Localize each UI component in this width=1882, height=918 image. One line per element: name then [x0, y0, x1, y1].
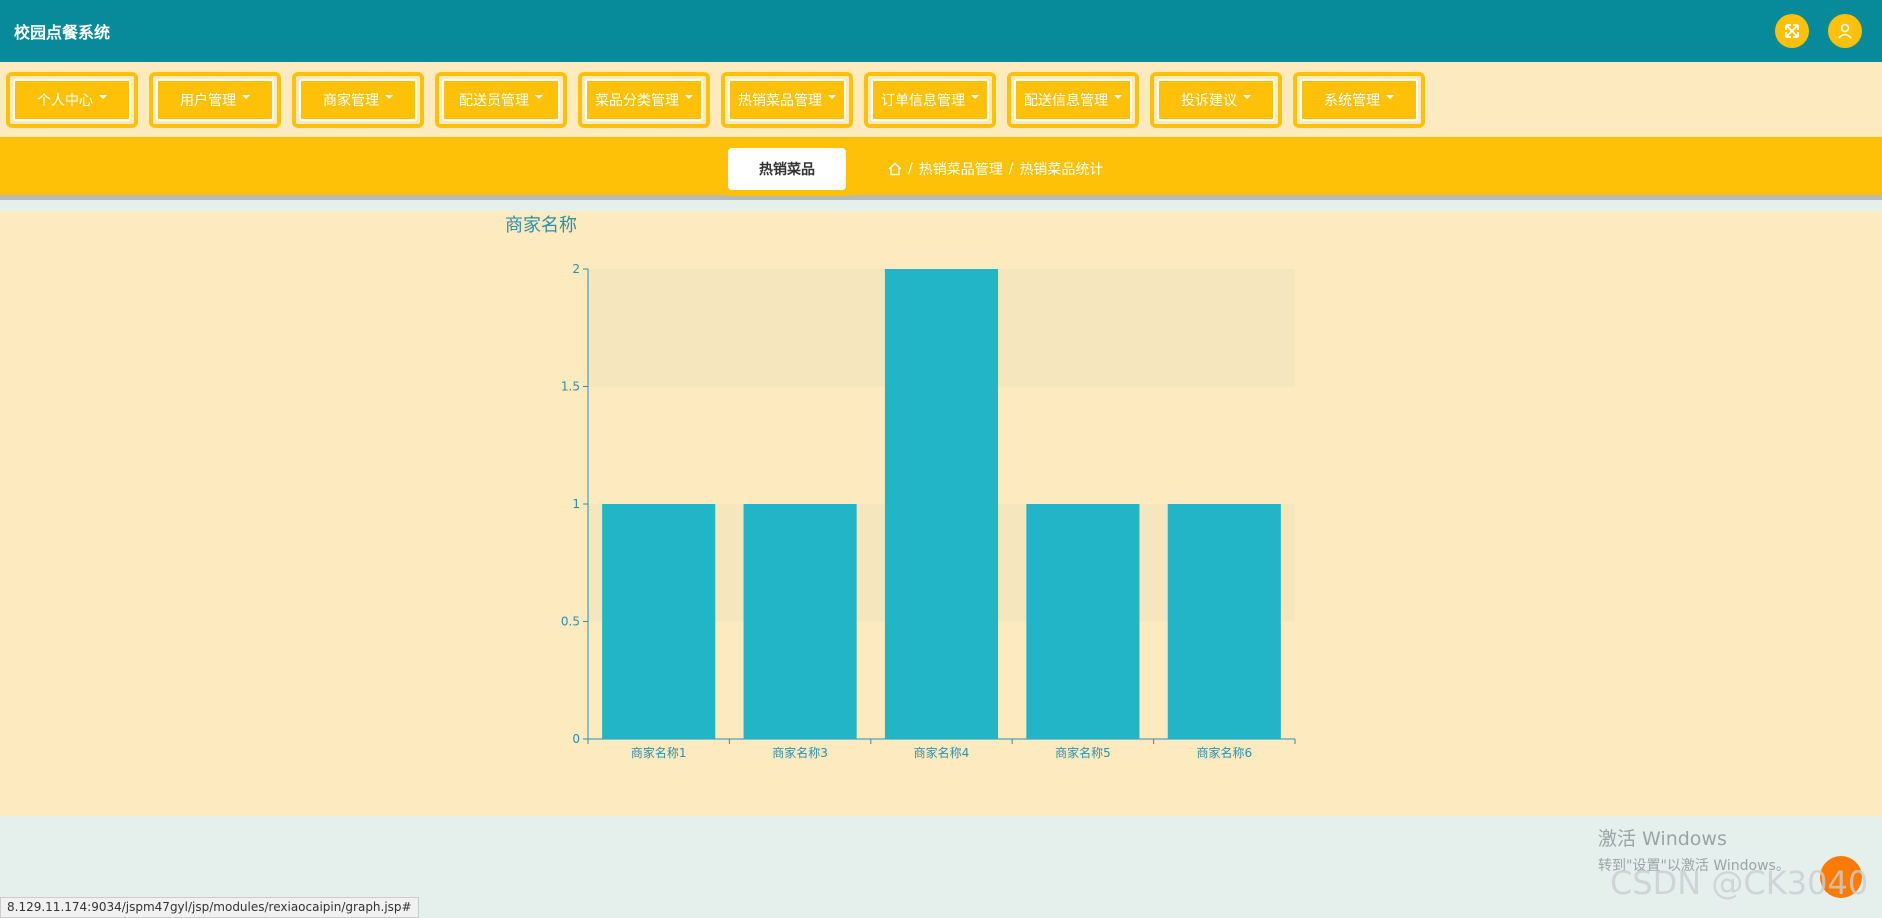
expand-arrows-icon — [1785, 24, 1799, 38]
csdn-watermark: CSDN @CK3040 — [1610, 864, 1869, 902]
bar — [743, 504, 857, 739]
caret-down-icon — [828, 95, 836, 99]
nav-item-hot-dish-management[interactable]: 热销菜品管理 — [721, 72, 853, 128]
tab-label: 热销菜品 — [728, 148, 846, 190]
nav-item-label: 菜品分类管理 — [595, 93, 679, 109]
caret-down-icon — [1114, 95, 1122, 99]
caret-down-icon — [242, 95, 250, 99]
home-icon[interactable] — [888, 162, 902, 176]
nav-item-order-management[interactable]: 订单信息管理 — [864, 72, 996, 128]
nav-item-personal-center[interactable]: 个人中心 — [6, 72, 138, 128]
breadcrumb: / 热销菜品管理 / 热销菜品统计 — [888, 159, 1103, 179]
caret-down-icon — [685, 95, 693, 99]
nav-item-dish-category-management[interactable]: 菜品分类管理 — [578, 72, 710, 128]
y-tick-label: 0 — [572, 732, 580, 746]
nav-item-merchant-management[interactable]: 商家管理 — [292, 72, 424, 128]
nav-item-label: 订单信息管理 — [881, 93, 965, 109]
chart-panel: 商家名称 0 0.5 1 1.5 2 商家名称1 商家名称3 商家名称4 商家名称5 商家名称6 — [0, 211, 1882, 816]
x-tick-label: 商家名称6 — [1196, 745, 1252, 760]
x-tick-label: 商家名称5 — [1055, 745, 1111, 760]
y-tick-label: 1.5 — [561, 380, 580, 394]
x-tick-label: 商家名称1 — [631, 745, 687, 760]
user-icon — [1838, 23, 1852, 39]
bar — [884, 269, 999, 739]
nav-item-label: 热销菜品管理 — [738, 93, 822, 109]
nav-item-label: 用户管理 — [180, 93, 236, 109]
nav-item-label: 商家管理 — [323, 93, 379, 109]
bar — [1167, 504, 1281, 739]
nav-item-system-management[interactable]: 系统管理 — [1293, 72, 1425, 128]
status-url: 8.129.11.174:9034/jspm47gyl/jsp/modules/… — [0, 897, 419, 918]
bar-chart: 0 0.5 1 1.5 2 商家名称1 商家名称3 商家名称4 商家名称5 商家名称6 — [561, 262, 1296, 760]
caret-down-icon — [385, 95, 393, 99]
x-tick-label: 商家名称3 — [772, 745, 828, 760]
nav-item-delivery-management[interactable]: 配送信息管理 — [1007, 72, 1139, 128]
nav-item-label: 个人中心 — [37, 93, 93, 109]
caret-down-icon — [99, 95, 107, 99]
x-tick-label: 商家名称4 — [914, 745, 970, 760]
nav-item-label: 投诉建议 — [1181, 93, 1237, 109]
breadcrumb-separator: / — [1008, 161, 1014, 177]
app-title: 校园点餐系统 — [14, 23, 111, 42]
nav-item-label: 配送员管理 — [459, 93, 529, 109]
caret-down-icon — [1243, 95, 1251, 99]
y-tick-label: 2 — [572, 262, 580, 276]
user-button[interactable] — [1828, 14, 1862, 48]
bar — [602, 504, 716, 739]
caret-down-icon — [1386, 95, 1394, 99]
main-nav: 个人中心 用户管理 商家管理 配送员管理 菜品分类管理 热销菜品管理 订单信息管… — [0, 62, 1882, 137]
breadcrumb-separator: / — [908, 161, 913, 177]
nav-item-user-management[interactable]: 用户管理 — [149, 72, 281, 128]
top-header: 校园点餐系统 — [0, 0, 1882, 62]
caret-down-icon — [971, 95, 979, 99]
nav-item-complaints[interactable]: 投诉建议 — [1150, 72, 1282, 128]
sub-header: 热销菜品 / 热销菜品管理 / 热销菜品统计 — [0, 137, 1882, 200]
y-tick-label: 0.5 — [561, 615, 580, 629]
tab-hot-dishes[interactable]: 热销菜品 — [722, 142, 852, 196]
breadcrumb-item: 热销菜品统计 — [1019, 162, 1104, 178]
y-tick-label: 1 — [572, 497, 580, 511]
nav-item-label: 系统管理 — [1324, 93, 1380, 109]
bar — [1026, 504, 1140, 739]
nav-item-label: 配送信息管理 — [1024, 93, 1108, 109]
watermark-line1: 激活 Windows — [1598, 828, 1727, 850]
breadcrumb-item[interactable]: 热销菜品管理 — [919, 159, 1003, 179]
nav-item-courier-management[interactable]: 配送员管理 — [435, 72, 567, 128]
fullscreen-button[interactable] — [1775, 14, 1809, 48]
caret-down-icon — [535, 95, 543, 99]
